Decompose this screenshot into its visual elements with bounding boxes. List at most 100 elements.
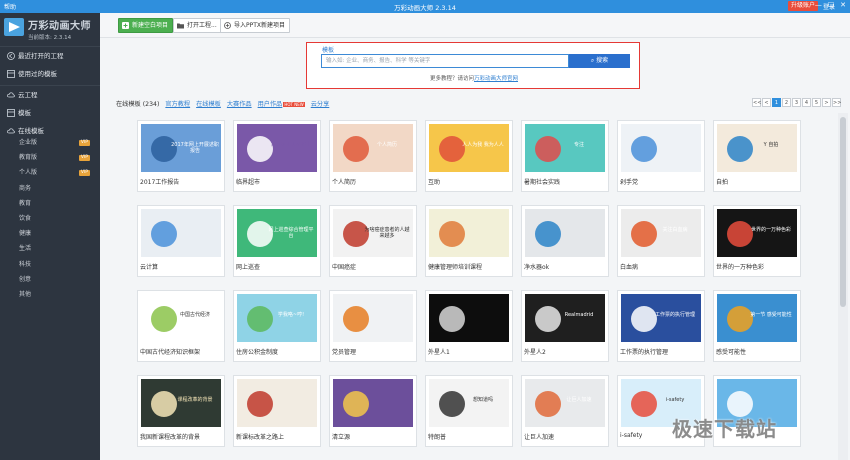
template-caption: 外星人2 [524, 349, 546, 356]
template-thumbnail[interactable]: 专注 [525, 124, 605, 172]
sidebar-item-cloud-project[interactable]: 云工程 [0, 87, 100, 103]
sidebar-item-templates[interactable]: 模板 [0, 105, 100, 121]
template-card[interactable]: 关注白血病 白血病 [617, 205, 705, 277]
sidebar-item-used-templates[interactable]: 使用过的模板 [0, 66, 100, 82]
sidebar-sub-item[interactable]: 商务 [0, 182, 100, 196]
template-card[interactable]: 新课标改革之路上 [233, 375, 321, 447]
open-project-button[interactable]: 打开工程... [173, 18, 222, 33]
sidebar-item-label: 最近打开的工程 [18, 52, 64, 60]
template-caption: 云计算 [140, 264, 159, 271]
template-thumbnail[interactable] [429, 294, 509, 342]
sidebar-sub-item[interactable]: 企业版 VIP [0, 136, 100, 150]
sidebar-sub-item[interactable]: 科技 [0, 258, 100, 272]
template-card[interactable]: 工作票的执行管理 工作票的执行管理 [617, 290, 705, 362]
page-button[interactable]: 3 [792, 98, 801, 107]
template-thumbnail[interactable] [141, 209, 221, 257]
new-blank-project-button[interactable]: 新建空白项目 [118, 18, 174, 33]
folder-icon [177, 23, 184, 29]
page-button[interactable]: < [762, 98, 771, 107]
template-thumbnail[interactable]: 人人为我 我为人人 [429, 124, 509, 172]
template-card[interactable]: 家居家用大型超市 临界超市 [233, 120, 321, 192]
template-thumbnail[interactable]: 为啥癌症患者的人越来越多 [333, 209, 413, 257]
template-thumbnail[interactable]: 网上巡查综合管理平台 [237, 209, 317, 257]
sidebar-sub-item[interactable]: 创意 [0, 273, 100, 287]
filter-official-tutorial[interactable]: 官方教程 [165, 99, 190, 108]
template-card[interactable]: 世界的一万种色彩 世界的一万种色彩 [713, 205, 801, 277]
page-button[interactable]: 5 [812, 98, 821, 107]
template-thumbnail[interactable] [525, 209, 605, 257]
page-button[interactable]: 1 [772, 98, 781, 107]
upgrade-account-button[interactable]: 升级账户 [788, 1, 819, 11]
template-card[interactable]: 清立源 [329, 375, 417, 447]
template-thumbnail[interactable]: 2017年网上开展述职报告 [141, 124, 221, 172]
template-card[interactable]: 净水器ok [521, 205, 609, 277]
template-card[interactable]: 让巨人加速 让巨人加速 [521, 375, 609, 447]
template-thumbnail[interactable]: 中国古代经济 [141, 294, 221, 342]
template-thumbnail[interactable] [429, 209, 509, 257]
template-card[interactable]: 想知道吗 特朗普 [425, 375, 513, 447]
template-thumbnail[interactable]: Realmadrid [525, 294, 605, 342]
template-card[interactable]: Y 自拍 自拍 [713, 120, 801, 192]
template-thumbnail[interactable]: 第一节 感受可能性 [717, 294, 797, 342]
template-thumbnail[interactable]: 学我咯~哼! [237, 294, 317, 342]
template-card[interactable]: 中国古代经济 中国古代经济知识框架 [137, 290, 225, 362]
filter-contest-works[interactable]: 大赛作品 [227, 99, 252, 108]
official-site-link[interactable]: 万彩动画大师官网 [474, 76, 518, 82]
template-card[interactable]: 课程改革的背景 我国新课程改革的背景 [137, 375, 225, 447]
template-card[interactable]: Realmadrid 外星人2 [521, 290, 609, 362]
import-pptx-button[interactable]: 导入PPTX新建项目 [220, 18, 291, 33]
close-icon[interactable]: ✕ [840, 1, 846, 9]
search-icon: ⌕ [590, 57, 595, 64]
sidebar-sub-item[interactable]: 教育版 VIP [0, 151, 100, 165]
template-card[interactable]: 为啥癌症患者的人越来越多 中国癌症 [329, 205, 417, 277]
template-card[interactable]: 健康管理师培训课程 [425, 205, 513, 277]
sidebar-sub-item[interactable]: 饮食 [0, 212, 100, 226]
template-card[interactable]: 外星人1 [425, 290, 513, 362]
vertical-scrollbar[interactable] [838, 113, 848, 460]
page-button[interactable]: 2 [782, 98, 791, 107]
scrollbar-thumb[interactable] [840, 117, 846, 307]
page-button[interactable]: > [822, 98, 831, 107]
template-thumbnail[interactable]: 课程改革的背景 [141, 379, 221, 427]
template-thumbnail[interactable] [237, 379, 317, 427]
filter-online-templates[interactable]: 在线模板 [196, 99, 221, 108]
template-card[interactable]: 第一节 感受可能性 感受可能性 [713, 290, 801, 362]
template-thumbnail[interactable] [333, 379, 413, 427]
thumbnail-text: 世界的一万种色彩 [750, 227, 791, 233]
sidebar-sub-item[interactable]: 生活 [0, 242, 100, 256]
template-card[interactable]: 2017年网上开展述职报告 2017工作报告 [137, 120, 225, 192]
template-thumbnail[interactable] [333, 294, 413, 342]
template-card[interactable]: 党员管理 [329, 290, 417, 362]
template-card[interactable]: 学我咯~哼! 住房公积金制度 [233, 290, 321, 362]
page-button[interactable]: 4 [802, 98, 811, 107]
template-card[interactable]: 人人为我 我为人人 互助 [425, 120, 513, 192]
maximize-icon[interactable]: ☐ [828, 1, 834, 9]
template-card[interactable]: 专注 暑期社会实践 [521, 120, 609, 192]
thumbnail-graphic [727, 136, 753, 162]
template-card[interactable]: 网上巡查综合管理平台 网上巡查 [233, 205, 321, 277]
template-card[interactable]: 剁手党 [617, 120, 705, 192]
template-thumbnail[interactable]: 让巨人加速 [525, 379, 605, 427]
template-thumbnail[interactable]: Y 自拍 [717, 124, 797, 172]
template-card[interactable]: 云计算 [137, 205, 225, 277]
search-input[interactable]: 输入如: 企业、商务、报告、科学 等关键字 [321, 54, 569, 68]
template-thumbnail[interactable] [621, 124, 701, 172]
template-thumbnail[interactable]: 个人简历 [333, 124, 413, 172]
template-thumbnail[interactable]: 关注白血病 [621, 209, 701, 257]
template-card[interactable]: 个人简历 个人简历 [329, 120, 417, 192]
search-button[interactable]: ⌕ 搜索 [569, 54, 630, 68]
template-thumbnail[interactable]: 世界的一万种色彩 [717, 209, 797, 257]
sidebar-sub-item[interactable]: 健康 [0, 227, 100, 241]
template-thumbnail[interactable]: 家居家用大型超市 [237, 124, 317, 172]
sidebar-sub-item[interactable]: 个人版 VIP [0, 166, 100, 180]
sidebar-sub-item[interactable]: 其他 [0, 288, 100, 302]
template-thumbnail[interactable]: 想知道吗 [429, 379, 509, 427]
filter-cloud-share[interactable]: 云分享 [311, 99, 330, 108]
sidebar-item-recent[interactable]: 最近打开的工程 [0, 48, 100, 64]
page-button[interactable]: >> [832, 98, 841, 107]
minimize-icon[interactable]: — [815, 1, 822, 9]
sidebar-sub-item[interactable]: 教育 [0, 197, 100, 211]
template-thumbnail[interactable]: 工作票的执行管理 [621, 294, 701, 342]
page-button[interactable]: << [752, 98, 761, 107]
filter-user-works[interactable]: 用户作品 [258, 101, 283, 108]
